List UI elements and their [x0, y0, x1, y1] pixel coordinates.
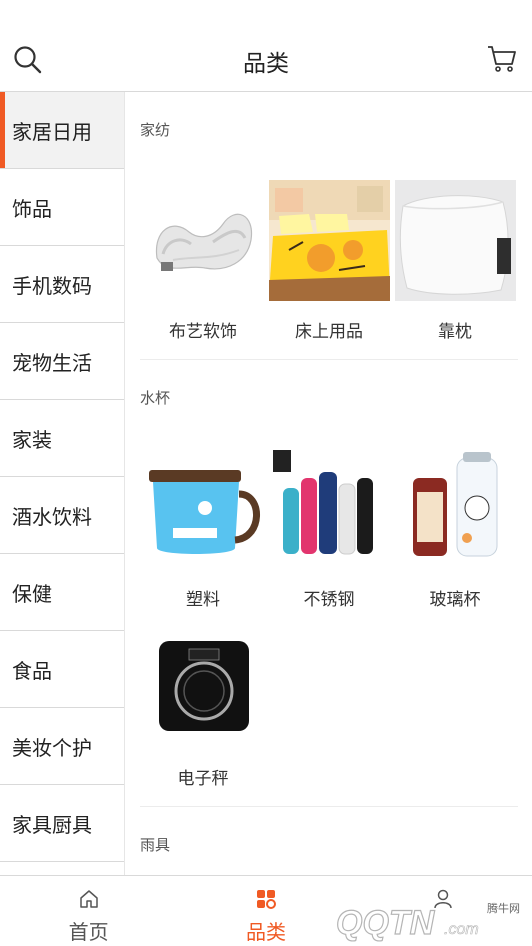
category-icon: [256, 890, 276, 909]
tab-home-label: 首页: [68, 920, 109, 944]
sidebar-item-label: 宠物生活: [12, 350, 92, 375]
sidebar-item-label: 保健: [12, 581, 52, 606]
cart-icon[interactable]: [486, 44, 518, 74]
neck-pillow-image: [142, 180, 264, 301]
sidebar-item-health[interactable]: 保健: [0, 554, 124, 631]
tab-category-label: 品类: [245, 920, 286, 944]
svg-text:QQTN: QQTN: [336, 904, 436, 942]
sidebar-item-label: 家居日用: [12, 119, 92, 144]
section-title: 雨具: [140, 835, 171, 854]
sidebar-item-label: 家装: [12, 427, 52, 452]
sidebar-item-label: 美妆个护: [12, 735, 92, 760]
bedding-image: [268, 180, 390, 301]
sidebar-item-furniture-kitchen[interactable]: 家具厨具: [0, 785, 124, 862]
sidebar-item-decoration[interactable]: 家装: [0, 400, 124, 477]
sidebar-item-digital[interactable]: 手机数码: [0, 246, 124, 323]
sidebar-item-label: 饰品: [12, 196, 52, 221]
sidebar-item-pets[interactable]: 宠物生活: [0, 323, 124, 400]
sidebar-item-label: 手机数码: [12, 273, 92, 298]
category-tile-label: 布艺软饰: [169, 322, 237, 342]
steel-bottles-image: [268, 448, 390, 569]
sidebar-item-beauty[interactable]: 美妆个护: [0, 708, 124, 785]
tab-home[interactable]: 首页: [0, 876, 177, 946]
category-tile[interactable]: 玻璃杯: [392, 448, 518, 610]
home-icon: [79, 890, 98, 908]
category-tile-label: 靠枕: [438, 322, 472, 342]
section-grid: 塑料 不锈钢 玻璃杯 电子秤: [126, 448, 532, 789]
sidebar-item-label: 酒水饮料: [12, 504, 92, 529]
category-tile-label: 床上用品: [295, 322, 363, 342]
sidebar-item-food[interactable]: 食品: [0, 631, 124, 708]
watermark-text: 腾牛网: [487, 902, 520, 915]
section-grid: 布艺软饰 床上用品 靠枕: [126, 180, 532, 342]
category-tile-label: 电子秤: [177, 769, 229, 789]
category-tile[interactable]: 靠枕: [392, 180, 518, 342]
sidebar-item-label: 食品: [12, 658, 52, 683]
category-tile[interactable]: 不锈钢: [266, 448, 392, 610]
category-tile[interactable]: 塑料: [140, 448, 266, 610]
sidebar-item-accessories[interactable]: 饰品: [0, 169, 124, 246]
header: 品类: [0, 0, 532, 92]
sidebar-item-home-goods[interactable]: 家居日用: [0, 92, 124, 169]
section-title: 家纺: [140, 120, 171, 139]
category-tile-label: 不锈钢: [303, 590, 355, 610]
glass-bottle-image: [394, 448, 516, 569]
scale-image: [142, 627, 264, 748]
category-tile-label: 塑料: [186, 590, 220, 610]
mug-image: [142, 448, 264, 569]
category-sidebar: 家居日用 饰品 手机数码 宠物生活 家装 酒水饮料 保健 食品 美妆个护 家具厨…: [0, 92, 125, 875]
category-tile[interactable]: 电子秤: [140, 627, 266, 789]
section-title: 水杯: [140, 388, 171, 407]
svg-text:.com: .com: [444, 921, 479, 938]
category-content: 家纺 布艺软饰 床上用品 靠枕 水杯 塑料 不锈钢 玻璃杯 电子秤 雨具: [126, 92, 532, 875]
category-tile[interactable]: 布艺软饰: [140, 180, 266, 342]
page-title: 品类: [243, 51, 289, 77]
category-tile[interactable]: 床上用品: [266, 180, 392, 342]
category-tile-label: 玻璃杯: [429, 590, 481, 610]
sidebar-item-label: 家具厨具: [12, 812, 92, 837]
cushion-image: [394, 180, 516, 301]
sidebar-item-drinks[interactable]: 酒水饮料: [0, 477, 124, 554]
